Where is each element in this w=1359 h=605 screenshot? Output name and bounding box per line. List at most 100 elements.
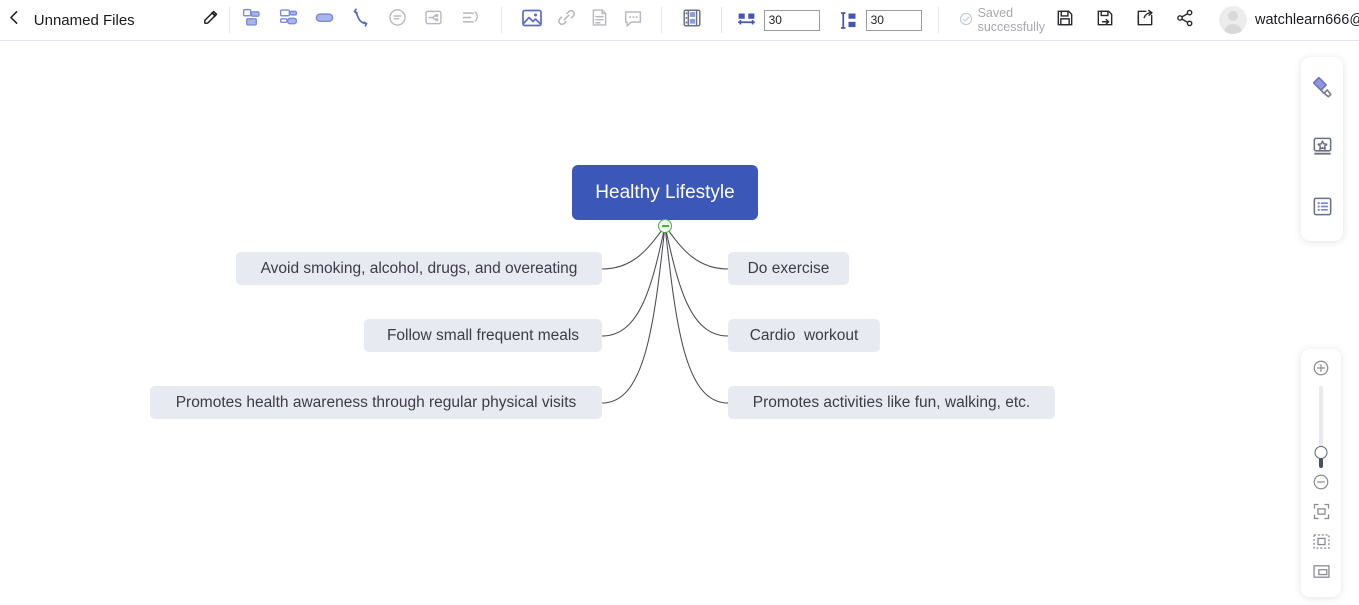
- zoom-out-button[interactable]: [1302, 470, 1340, 498]
- edge-left-3: [602, 226, 665, 403]
- outline-view-icon: [681, 7, 703, 34]
- center-node-icon: [1311, 561, 1332, 587]
- insert-image-button[interactable]: [514, 0, 550, 41]
- layout-tree-icon: [278, 7, 299, 33]
- toolbar-divider: [661, 7, 662, 33]
- theme-panel-icon: [1311, 135, 1334, 163]
- layout-right-button[interactable]: [234, 0, 270, 41]
- edit-title-button[interactable]: [197, 0, 225, 41]
- mindmap-root-node[interactable]: Healthy Lifestyle: [572, 165, 758, 220]
- vertical-spacing-icon: [834, 10, 864, 31]
- vertical-spacing-input[interactable]: [866, 10, 922, 31]
- mindmap-node-label: Promotes activities like fun, walking, e…: [753, 394, 1030, 412]
- save-status-text: Saved successfully: [978, 6, 1045, 34]
- mindmap-canvas[interactable]: Healthy Lifestyle Avoid smoking, alcohol…: [0, 41, 1359, 605]
- save-status-line1: Saved: [978, 6, 1013, 20]
- zoom-in-icon: [1312, 359, 1330, 382]
- image-icon: [520, 6, 544, 35]
- mindmap-node-right-3[interactable]: Promotes activities like fun, walking, e…: [728, 386, 1055, 419]
- toolbar-divider: [229, 7, 230, 33]
- format-brush-icon: [1310, 74, 1335, 104]
- mindmap-root-label: Healthy Lifestyle: [595, 182, 734, 204]
- layout-tree-button[interactable]: [270, 0, 306, 41]
- mindmap-node-label: Cardio workout: [750, 327, 859, 345]
- zoom-in-button[interactable]: [1302, 356, 1340, 384]
- topbar-actions: watchlearn666@: [1045, 0, 1359, 41]
- select-all-icon: [1311, 531, 1332, 557]
- mindmap-node-label: Do exercise: [748, 260, 830, 278]
- mindmap-node-label: Avoid smoking, alcohol, drugs, and overe…: [261, 260, 578, 278]
- fit-to-screen-button[interactable]: [1302, 500, 1340, 528]
- horizontal-spacing-input[interactable]: [764, 10, 820, 31]
- edge-left-2: [602, 226, 665, 336]
- edge-left-1: [602, 226, 665, 269]
- toolbar-divider: [938, 7, 939, 33]
- node-shape-icon: [313, 6, 336, 34]
- save-icon: [1055, 8, 1075, 33]
- node-shape-button[interactable]: [307, 0, 343, 41]
- file-title[interactable]: Unnamed Files: [34, 12, 135, 29]
- branch-curve-button[interactable]: [343, 0, 379, 41]
- outline-list-button[interactable]: [1302, 187, 1342, 231]
- link-icon: [556, 7, 577, 33]
- outline-view-button[interactable]: [674, 0, 710, 41]
- insert-note-button[interactable]: [583, 0, 616, 41]
- back-button[interactable]: [0, 0, 30, 41]
- horizontal-spacing-icon: [732, 10, 762, 31]
- summary-bracket-icon: [460, 7, 481, 33]
- center-node-button[interactable]: [1302, 560, 1340, 588]
- chevron-left-icon: [6, 9, 23, 31]
- save-button[interactable]: [1045, 0, 1085, 41]
- zoom-out-icon: [1312, 473, 1330, 496]
- mindmap-node-right-1[interactable]: Do exercise: [728, 252, 849, 285]
- comment-icon: [622, 7, 644, 34]
- export-icon: [1135, 8, 1155, 33]
- zoom-slider-handle[interactable]: [1315, 446, 1328, 459]
- branch-curve-icon: [350, 7, 372, 34]
- outline-list-icon: [1311, 195, 1334, 223]
- collapse-minus-badge[interactable]: [658, 219, 672, 233]
- edge-right-1: [665, 226, 728, 269]
- side-tool-panel: [1301, 57, 1343, 241]
- theme-panel-button[interactable]: [1302, 127, 1342, 171]
- toolbar-divider: [721, 7, 722, 33]
- note-icon: [589, 7, 610, 33]
- username[interactable]: watchlearn666@: [1255, 12, 1359, 28]
- mindmap-connectors: [0, 41, 1359, 605]
- zoom-panel: [1301, 349, 1341, 597]
- mindmap-node-left-2[interactable]: Follow small frequent meals: [364, 319, 602, 352]
- share-icon: [1175, 8, 1195, 33]
- share-button[interactable]: [1165, 0, 1205, 41]
- fit-to-screen-icon: [1311, 501, 1332, 527]
- node-border-icon: [423, 7, 444, 33]
- insert-link-button[interactable]: [550, 0, 583, 41]
- node-style-button[interactable]: [379, 0, 415, 41]
- select-all-button[interactable]: [1302, 530, 1340, 558]
- export-button[interactable]: [1125, 0, 1165, 41]
- top-toolbar: Unnamed Files: [0, 0, 1359, 41]
- mindmap-node-right-2[interactable]: Cardio workout: [728, 319, 880, 352]
- edge-right-3: [665, 226, 728, 403]
- mindmap-node-label: Promotes health awareness through regula…: [176, 394, 577, 412]
- save-status: Saved successfully: [959, 6, 1045, 34]
- check-circle-icon: [959, 12, 973, 29]
- zoom-slider[interactable]: [1302, 384, 1340, 470]
- node-border-button[interactable]: [416, 0, 452, 41]
- save-status-line2: successfully: [978, 20, 1045, 34]
- layout-right-icon: [241, 7, 262, 33]
- mindmap-node-label: Follow small frequent meals: [387, 327, 579, 345]
- summary-bracket-button[interactable]: [452, 0, 488, 41]
- insert-comment-button[interactable]: [616, 0, 649, 41]
- toolbar-divider: [501, 7, 502, 33]
- save-as-icon: [1095, 8, 1115, 33]
- node-style-icon: [387, 7, 408, 33]
- mindmap-node-left-1[interactable]: Avoid smoking, alcohol, drugs, and overe…: [236, 252, 602, 285]
- vertical-spacing-group: [834, 0, 922, 41]
- format-brush-button[interactable]: [1302, 67, 1342, 111]
- avatar[interactable]: [1219, 6, 1247, 34]
- save-as-button[interactable]: [1085, 0, 1125, 41]
- pencil-icon: [202, 9, 219, 31]
- mindmap-node-left-3[interactable]: Promotes health awareness through regula…: [150, 386, 602, 419]
- edge-right-2: [665, 226, 728, 336]
- horizontal-spacing-group: [732, 0, 820, 41]
